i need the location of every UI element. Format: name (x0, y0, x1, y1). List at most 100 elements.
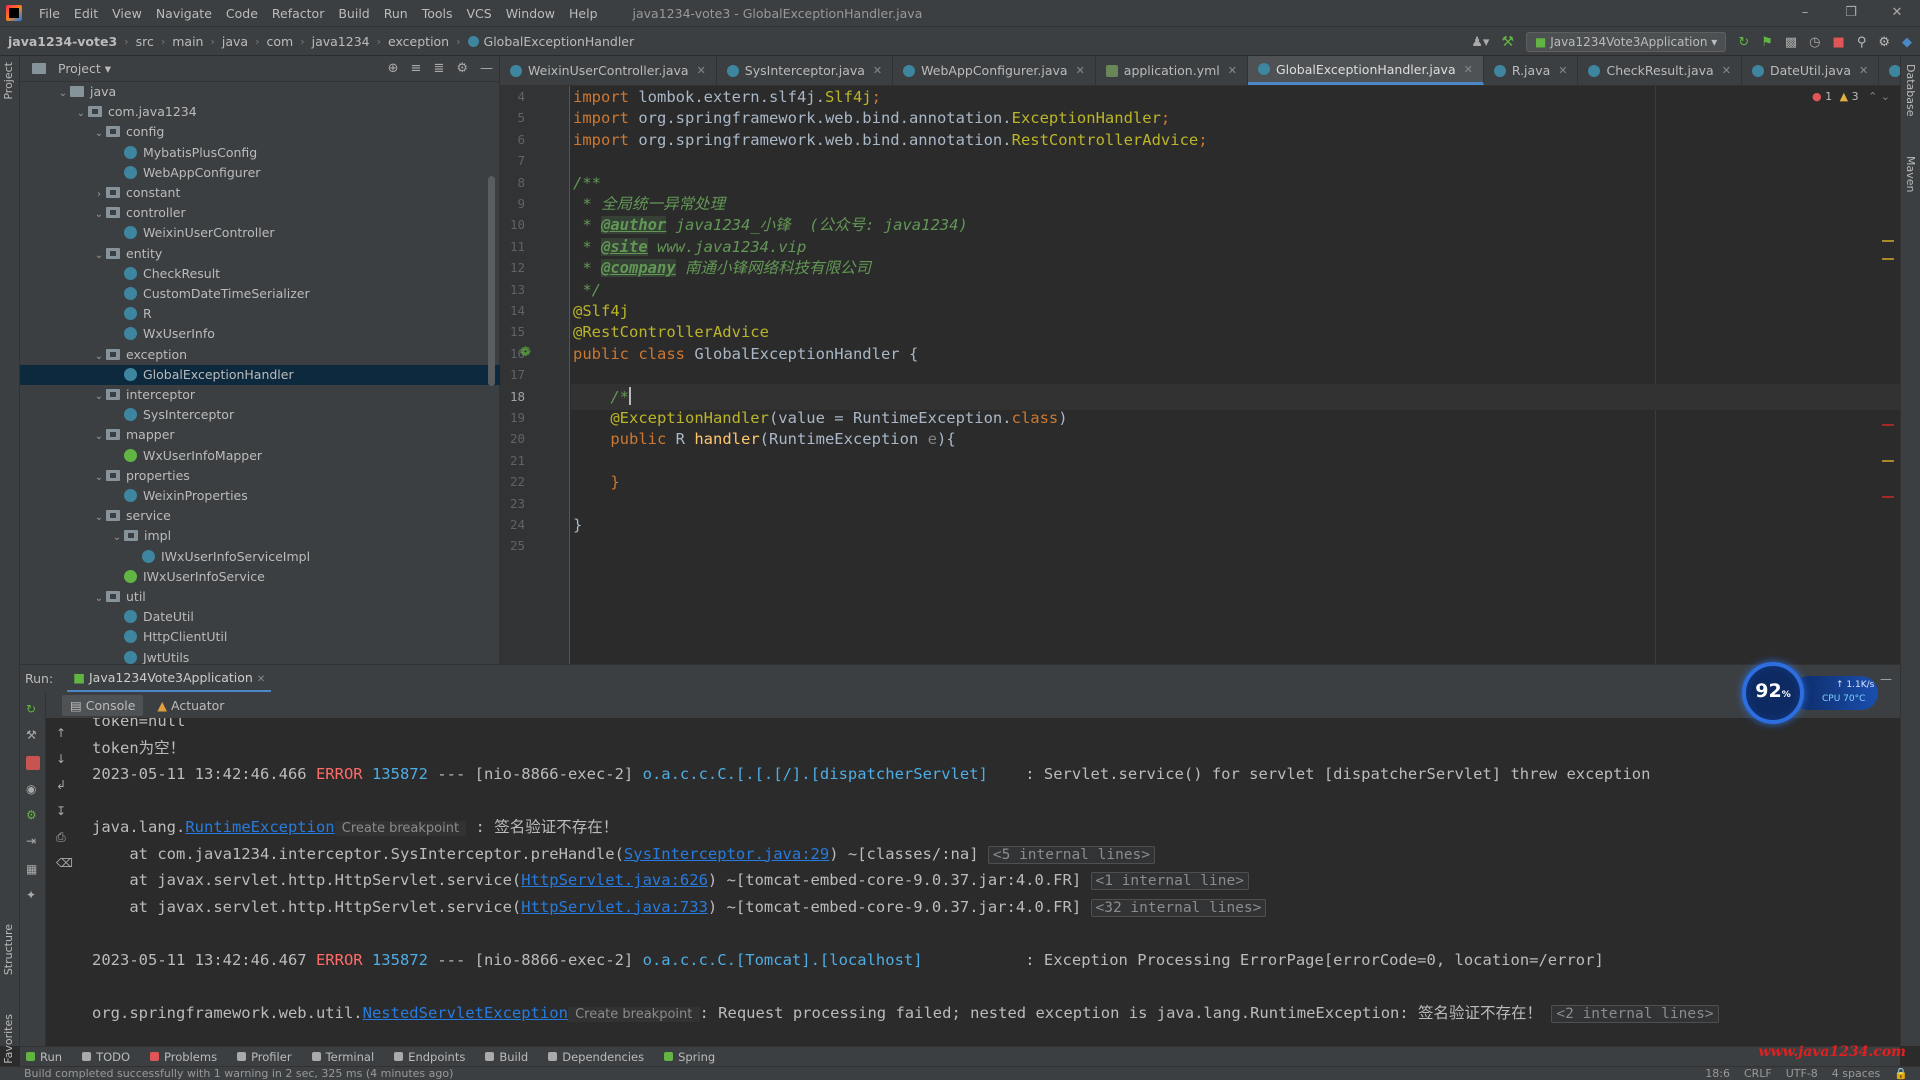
tool-tab-terminal[interactable]: Terminal (311, 1050, 374, 1064)
scroll-to-end-icon[interactable]: ↧ (56, 804, 70, 818)
tree-item-weixinusercontroller[interactable]: WeixinUserController (20, 223, 500, 243)
profile-icon[interactable]: ◷ (1809, 35, 1820, 50)
menu-window[interactable]: Window (499, 6, 562, 21)
console-line[interactable]: at javax.servlet.http.HttpServlet.servic… (92, 867, 1249, 893)
chevron-down-icon[interactable]: ⌄ (92, 387, 106, 407)
console-tab[interactable]: ▤ Console (62, 694, 144, 716)
code-line[interactable]: } (573, 469, 619, 495)
search-icon[interactable]: ⚲ (1857, 35, 1867, 50)
stop-icon[interactable] (26, 756, 40, 770)
console-line[interactable]: token为空！ (92, 735, 185, 761)
actuator-tab[interactable]: ▲ Actuator (149, 695, 232, 716)
menu-run[interactable]: Run (377, 6, 415, 21)
chevron-down-icon[interactable]: ⌄ (92, 205, 106, 225)
run-tab[interactable]: ■ Java1234Vote3Application ✕ (67, 665, 272, 693)
console-line[interactable]: at javax.servlet.http.HttpServlet.servic… (92, 894, 1267, 920)
tree-item-service[interactable]: ⌄ service (20, 506, 500, 526)
close-tab-icon[interactable]: ✕ (1859, 64, 1868, 77)
chevron-down-icon[interactable]: ⌄ (92, 468, 106, 488)
close-tab-icon[interactable]: ✕ (1228, 64, 1237, 77)
console-line[interactable]: at com.java1234.interceptor.SysIntercept… (92, 841, 1156, 867)
tree-item-customdatetimeserializer[interactable]: CustomDateTimeSerializer (20, 284, 500, 304)
soft-wrap-icon[interactable]: ↲ (56, 778, 70, 792)
hide-run-panel-icon[interactable]: — (1880, 672, 1892, 686)
chevron-down-icon[interactable]: ⌄ (92, 589, 106, 609)
chevron-down-icon[interactable]: ⌄ (92, 427, 106, 447)
file-encoding[interactable]: UTF-8 (1786, 1067, 1818, 1080)
tool-tab-todo[interactable]: TODO (82, 1050, 130, 1064)
tree-item-r[interactable]: R (20, 304, 500, 324)
menu-code[interactable]: Code (219, 6, 265, 21)
database-tool-tab[interactable]: Database (1904, 64, 1917, 117)
tool-tab-problems[interactable]: Problems (150, 1050, 217, 1064)
editor-tab[interactable]: CheckResult.java ✕ (1578, 56, 1742, 85)
trash-icon[interactable]: ⌫ (56, 856, 73, 870)
folded-lines[interactable]: <5 internal lines> (987, 845, 1156, 864)
menu-vcs[interactable]: VCS (460, 6, 499, 21)
error-stripe[interactable] (1882, 496, 1894, 498)
console-output[interactable]: token=null token为空！ 2023-05-11 13:42:46.46… (76, 718, 1900, 1046)
menu-navigate[interactable]: Navigate (149, 6, 219, 21)
tree-item-constant[interactable]: › constant (20, 183, 500, 203)
tool-tab-spring[interactable]: Spring (664, 1050, 715, 1064)
chevron-right-icon[interactable]: › (92, 185, 106, 205)
folded-lines[interactable]: <32 internal lines> (1090, 898, 1267, 917)
inspection-widget[interactable]: ● 1 ▲ 3 ⌃ ⌄ (1812, 90, 1890, 103)
code-line[interactable]: * @company 南通小锋网络科技有限公司 (573, 255, 871, 281)
tree-item-config[interactable]: ⌄ config (20, 122, 500, 142)
tree-item-iwxuserinfoserviceimpl[interactable]: IWxUserInfoServiceImpl (20, 547, 500, 567)
console-line[interactable]: java.lang.RuntimeException Create breakp… (92, 814, 618, 840)
hide-panel-icon[interactable]: — (480, 61, 493, 76)
menu-view[interactable]: View (105, 6, 149, 21)
stacktrace-link[interactable]: HttpServlet.java:626 (521, 871, 708, 889)
close-icon[interactable]: ✕ (1874, 0, 1920, 26)
menu-refactor[interactable]: Refactor (265, 6, 331, 21)
tree-item-util[interactable]: ⌄ util (20, 587, 500, 607)
locate-icon[interactable]: ⊕ (388, 61, 399, 76)
warning-stripe[interactable] (1882, 258, 1894, 260)
editor-tab[interactable]: R.java ✕ (1484, 56, 1579, 85)
editor-tab[interactable]: application.yml ✕ (1096, 56, 1248, 85)
layout-icon[interactable]: ▦ (26, 862, 40, 876)
code-line[interactable]: public R handler(RuntimeException e){ (573, 426, 955, 452)
tree-item-dateutil[interactable]: DateUtil (20, 607, 500, 627)
maven-tool-tab[interactable]: Maven (1904, 156, 1917, 192)
tree-item-exception[interactable]: ⌄ exception (20, 345, 500, 365)
menu-build[interactable]: Build (331, 6, 376, 21)
run-configuration-select[interactable]: ■ Java1234Vote3Application ▾ (1526, 32, 1727, 52)
tree-item-properties[interactable]: ⌄ properties (20, 466, 500, 486)
rerun-icon[interactable]: ↻ (26, 702, 40, 716)
breadcrumb-item[interactable]: exception (388, 34, 449, 49)
console-line[interactable]: org.springframework.web.util.NestedServl… (92, 1000, 1719, 1026)
restore-layout-icon[interactable]: ⚙ (26, 808, 40, 822)
wrench-icon[interactable]: ⚒ (26, 728, 40, 742)
console-line[interactable]: token=null (92, 718, 185, 734)
editor-tab[interactable]: WebAppConfigurer.java ✕ (893, 56, 1096, 85)
error-stripe[interactable] (1882, 424, 1894, 426)
tool-tab-run[interactable]: Run (26, 1050, 62, 1064)
code-line[interactable]: public class GlobalExceptionHandler { (573, 341, 918, 367)
tree-item-java[interactable]: ⌄ java (20, 82, 500, 102)
debug-icon[interactable]: ⚑ (1761, 35, 1773, 50)
close-tab-icon[interactable]: ✕ (1076, 64, 1085, 77)
spring-bean-icon[interactable]: ❁ (520, 345, 531, 360)
menu-edit[interactable]: Edit (67, 6, 105, 21)
cursor-position[interactable]: 18:6 (1705, 1067, 1730, 1080)
gear-icon[interactable]: ⚙ (456, 61, 468, 76)
stop-icon[interactable]: ■ (1833, 35, 1845, 50)
tree-item-weixinproperties[interactable]: WeixinProperties (20, 486, 500, 506)
close-tab-icon[interactable]: ✕ (873, 64, 882, 77)
tree-item-impl[interactable]: ⌄ impl (20, 526, 500, 546)
breadcrumb-item[interactable]: java1234 (312, 34, 370, 49)
tree-item-entity[interactable]: ⌄ entity (20, 244, 500, 264)
menu-file[interactable]: File (32, 6, 67, 21)
tree-item-wxuserinfomapper[interactable]: WxUserInfoMapper (20, 446, 500, 466)
print-icon[interactable]: ⎙ (56, 830, 70, 844)
console-line[interactable]: 2023-05-11 13:42:46.467 ERROR 135872 ---… (92, 947, 1604, 973)
minimize-icon[interactable]: – (1782, 0, 1828, 26)
restore-icon[interactable]: ❐ (1828, 0, 1874, 26)
tree-item-webappconfigurer[interactable]: WebAppConfigurer (20, 163, 500, 183)
folded-lines[interactable]: <1 internal line> (1090, 872, 1249, 890)
stacktrace-link[interactable]: NestedServletException (363, 1004, 568, 1022)
tree-item-com.java1234[interactable]: ⌄ com.java1234 (20, 102, 500, 122)
